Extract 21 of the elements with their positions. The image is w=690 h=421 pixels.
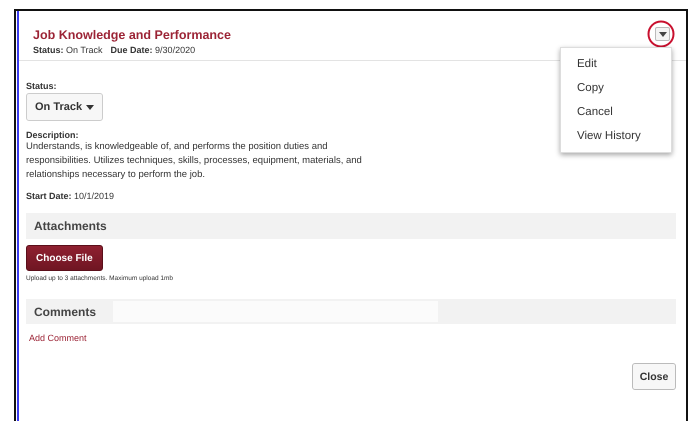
description-label: Description:	[26, 130, 79, 140]
highlight-circle	[647, 20, 675, 48]
status-dropdown[interactable]: On Track	[26, 93, 104, 121]
add-comment-link[interactable]: Add Comment	[26, 333, 87, 343]
menu-item[interactable]: Copy	[561, 76, 671, 100]
close-button[interactable]: Close	[632, 363, 676, 390]
actions-dropdown-button[interactable]	[655, 27, 670, 41]
comments-header: Comments	[26, 299, 676, 324]
caret-icon	[86, 104, 94, 110]
menu-item[interactable]: View History	[561, 124, 671, 148]
start-date: Start Date: 10/1/2019	[26, 191, 114, 201]
status-label: Status:	[26, 81, 57, 91]
summary-text: Due Date: 9/30/2020	[110, 45, 196, 55]
summary-text: Status: On Track	[33, 45, 103, 55]
menu-item[interactable]: Cancel	[561, 100, 671, 124]
caret-icon	[658, 32, 666, 36]
choose-file-button[interactable]: Choose File	[26, 245, 103, 271]
attachments-header: Attachments	[26, 213, 676, 239]
goal-title: Job Knowledge and Performance	[33, 28, 231, 42]
description-text: Understands, is knowledgeable of, and performs the position duties and responsibilities. Utilizes techniques, skills, processes, equipment, materials, and relationships necessary to perform the job.	[26, 140, 363, 182]
menu-item[interactable]: Edit	[561, 52, 671, 76]
